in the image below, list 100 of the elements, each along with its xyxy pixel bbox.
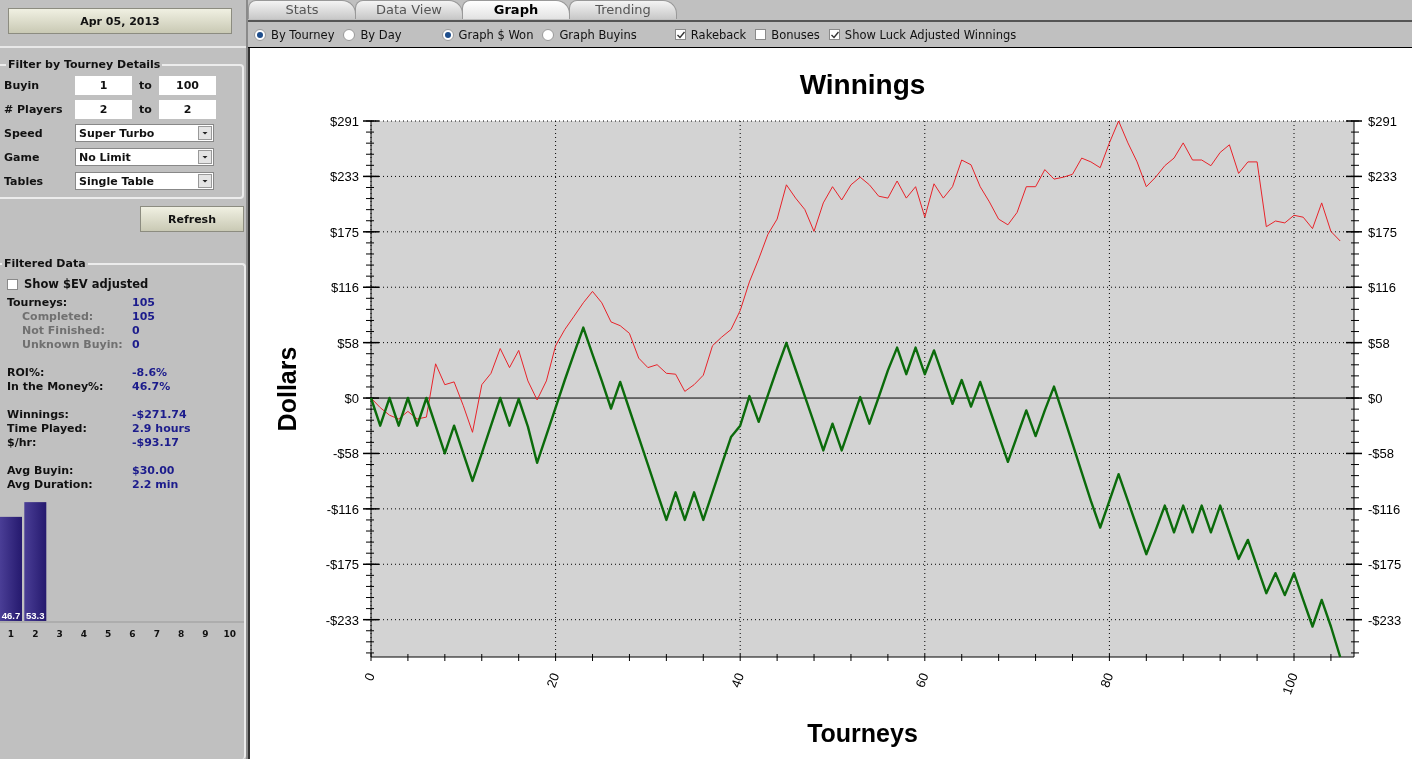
to-label: to (138, 78, 153, 92)
category-label: 10 (223, 629, 236, 639)
y-tick-label: $58 (1368, 335, 1390, 351)
x-tick-label: 80 (1097, 670, 1117, 690)
category-label: 1 (7, 629, 15, 639)
stat-value: 0 (132, 338, 140, 352)
category-label: 6 (129, 629, 136, 639)
date-button[interactable]: Apr 05, 2013 (8, 8, 232, 34)
checkbox[interactable] (755, 29, 767, 40)
y-tick-label: -$175 (1368, 557, 1402, 573)
radio-button[interactable] (254, 28, 266, 41)
field-label: # Players (4, 102, 64, 116)
stat-value: -8.6% (132, 366, 168, 380)
y-tick-label: -$233 (325, 612, 359, 628)
x-tick-label: 100 (1279, 670, 1301, 697)
x-tick-label: 60 (912, 670, 932, 690)
checkbox[interactable] (7, 278, 18, 290)
y-tick-label: -$175 (325, 557, 359, 573)
dropdown[interactable]: No Limit (75, 148, 214, 166)
tab[interactable]: Data View (355, 0, 463, 19)
field-label: Tables (4, 174, 45, 188)
group-title: Filtered Data (3, 257, 87, 270)
refresh-button[interactable]: Refresh (140, 206, 244, 232)
stat-label: Completed: (21, 310, 95, 324)
bar-value-label: 53.3 (26, 610, 45, 621)
y-tick-label: $175 (1368, 224, 1397, 240)
option-label: Show Luck Adjusted Winnings (844, 27, 1017, 42)
stat-value: 105 (132, 310, 155, 324)
dropdown[interactable]: Single Table (75, 172, 214, 190)
radio-button[interactable] (441, 28, 454, 41)
y-tick-label: $0 (1368, 391, 1383, 407)
stat-label: ROI%: (7, 366, 46, 380)
checkbox[interactable] (828, 29, 840, 40)
x-tick-label: 20 (543, 670, 563, 690)
stat-label: Avg Duration: (7, 478, 94, 492)
x-axis-label: Tourneys (807, 719, 918, 747)
category-label: 9 (202, 629, 209, 639)
radio-button[interactable] (343, 28, 356, 41)
input-field[interactable]: 1 (75, 75, 132, 95)
tab[interactable]: Graph (462, 0, 570, 19)
option-label: Graph $ Won (458, 27, 534, 42)
y-tick-label: $291 (330, 114, 359, 129)
stat-label: Tourneys: (7, 296, 69, 310)
option-label: By Day (360, 27, 402, 42)
stat-value: 46.7% (132, 380, 171, 394)
chart-title: Winnings (799, 69, 926, 100)
y-tick-label: -$233 (1368, 612, 1402, 628)
field-label: Game (4, 150, 41, 164)
option-label: By Tourney (271, 27, 335, 42)
tab[interactable]: Trending (569, 0, 677, 19)
to-label: to (138, 102, 153, 116)
stat-value: 2.9 hours (132, 422, 191, 436)
x-tick-label: 0 (361, 670, 378, 683)
group-title: Filter by Tourney Details (7, 58, 162, 71)
category-label: 7 (153, 629, 160, 639)
stat-value: 105 (132, 296, 155, 310)
input-field[interactable]: 2 (75, 99, 132, 119)
category-label: 8 (177, 629, 185, 639)
input-field[interactable]: 2 (159, 99, 216, 119)
stat-label: Time Played: (7, 422, 88, 436)
option-label: Bonuses (771, 27, 820, 42)
stat-value: -$93.17 (132, 436, 179, 450)
y-axis-label: Dollars (273, 346, 301, 432)
y-tick-label: $58 (337, 335, 359, 351)
y-tick-label: -$58 (332, 446, 359, 462)
x-tick-label: 40 (728, 670, 747, 690)
option-label: Rakeback (690, 27, 747, 42)
y-tick-label: $233 (330, 169, 359, 185)
tab[interactable]: Stats (248, 0, 356, 19)
stat-label: Avg Buyin: (7, 464, 75, 478)
dropdown[interactable]: Super Turbo (75, 124, 214, 142)
y-tick-label: $175 (330, 224, 359, 240)
stat-value: 0 (132, 324, 140, 338)
stat-value: 2.2 min (132, 478, 179, 492)
checkbox[interactable] (674, 29, 686, 40)
bar-value-label: 46.7 (1, 610, 21, 621)
field-label: Buyin (4, 78, 40, 92)
stat-label: Not Finished: (21, 324, 106, 338)
stat-label: Winnings: (7, 408, 70, 422)
category-label: 4 (80, 629, 88, 639)
stat-label: In the Money%: (7, 380, 105, 394)
stat-value: -$271.74 (132, 408, 187, 422)
y-tick-label: -$116 (326, 501, 359, 517)
input-field[interactable]: 100 (159, 75, 216, 95)
option-label: Graph Buyins (559, 27, 637, 42)
y-tick-label: $0 (344, 391, 359, 407)
y-tick-label: $291 (1368, 114, 1397, 129)
y-tick-label: $116 (331, 280, 359, 296)
category-label: 2 (32, 629, 39, 639)
y-tick-label: -$58 (1368, 446, 1395, 462)
y-tick-label: $233 (1368, 169, 1397, 185)
category-label: 3 (56, 629, 63, 639)
stat-value: $30.00 (132, 464, 175, 478)
y-tick-label: -$116 (1368, 501, 1401, 517)
y-tick-label: $116 (1368, 280, 1396, 296)
category-label: 5 (105, 629, 112, 639)
stat-label: $/hr: (7, 436, 38, 450)
checkbox-label: Show $EV adjusted (24, 277, 149, 291)
field-label: Speed (4, 126, 44, 140)
radio-button[interactable] (542, 28, 555, 41)
